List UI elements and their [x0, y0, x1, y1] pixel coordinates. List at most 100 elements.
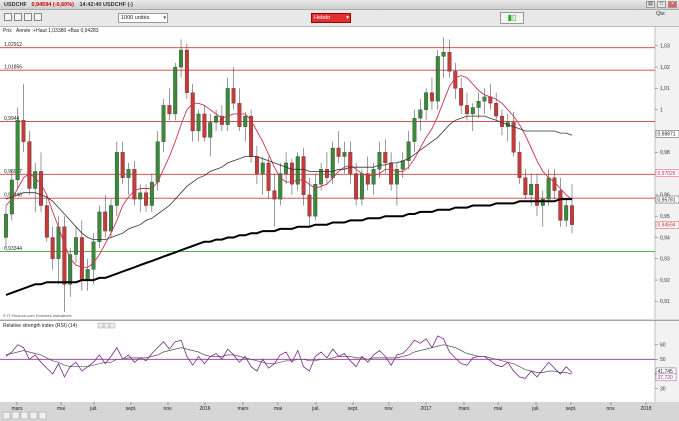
x-tick-label: sept.	[126, 406, 137, 412]
line-tool-icon[interactable]	[14, 13, 22, 21]
candle-body	[103, 211, 108, 232]
candle-body	[62, 226, 67, 285]
period-value: Hebdo	[314, 15, 331, 21]
candle-body	[476, 101, 481, 108]
quote-label: Qte	[656, 11, 665, 17]
x-tick-label: sept.	[348, 406, 359, 412]
candle-body	[231, 88, 236, 104]
x-tick-label: mai	[57, 406, 65, 412]
price-chart[interactable]: 1,031,021,0110,980,960,950,940,930,920,9…	[0, 27, 679, 319]
rsi-settings-icon	[97, 322, 104, 329]
rsi-tick-label: 60	[660, 342, 666, 348]
candle-body	[389, 162, 394, 185]
x-tick-label: juil.	[89, 406, 98, 412]
y-tick-label: 0,95	[660, 214, 670, 220]
candle-body	[441, 52, 446, 57]
candle-body	[324, 169, 329, 178]
x-tick-label: nov.	[384, 406, 393, 412]
candle-body	[237, 103, 242, 127]
title-suffix: (-)	[127, 2, 134, 8]
candle-body	[558, 190, 563, 221]
level-label: 0,93344	[4, 246, 22, 252]
level-label: 1,01856	[4, 65, 22, 71]
x-tick-label: mars	[458, 406, 470, 412]
y-tick-label: 1,02	[660, 65, 670, 71]
candle-body	[552, 177, 557, 191]
candle-body	[412, 118, 417, 142]
candle-body	[447, 52, 452, 72]
candle-body	[97, 211, 102, 242]
x-tick-label: nov.	[163, 406, 172, 412]
candle-body	[27, 141, 32, 189]
zoom-in-icon[interactable]	[11, 411, 20, 420]
candle-body	[517, 152, 522, 178]
candle-body	[342, 152, 347, 157]
candle-body	[74, 237, 78, 255]
cursor-icon[interactable]	[4, 13, 12, 21]
candle-body	[85, 269, 90, 281]
candle-body	[301, 156, 306, 196]
candle-body	[179, 49, 184, 68]
candle-body	[202, 113, 207, 138]
candle-body	[354, 173, 359, 200]
page-icon[interactable]	[38, 411, 47, 420]
y-tick-label: 0,98	[660, 150, 670, 156]
candle-body	[488, 96, 493, 104]
candle-body	[540, 198, 545, 206]
x-tick-label: sept.	[566, 406, 577, 412]
candle-body	[114, 152, 119, 206]
candle-body	[284, 162, 289, 174]
candle-body	[330, 147, 335, 178]
chart-icon[interactable]: ▤	[646, 1, 655, 8]
candle-body	[208, 122, 213, 138]
candle-body	[482, 96, 487, 102]
panel-label: Prix	[3, 28, 12, 34]
candle-body	[196, 113, 201, 132]
units-select[interactable]: 1000 unités ▾	[118, 13, 168, 23]
candle-body	[120, 152, 125, 178]
y-tick-label: 0,91	[660, 299, 670, 305]
x-tick-label: mars	[11, 406, 23, 412]
candle-body	[33, 171, 38, 189]
scroll-right-icon[interactable]	[29, 411, 38, 420]
y-tick-label: 0,94	[660, 235, 670, 241]
x-tick-label: nov.	[606, 406, 615, 412]
zoom-tool-icon[interactable]	[24, 13, 32, 21]
scroll-left-icon[interactable]	[20, 411, 29, 420]
zoom-out-icon[interactable]	[2, 411, 11, 420]
price-value: 0,94594	[31, 2, 52, 8]
candle-body	[126, 169, 131, 178]
maximize-icon[interactable]: □	[657, 1, 666, 8]
toolbar: 1000 unités ▾ Hebdo ▾ ▮▯ Qte	[0, 10, 679, 27]
candle-body	[523, 177, 528, 196]
rsi-chart[interactable]: 6050403041,74537,720Relative strength in…	[0, 320, 679, 402]
settings-icon[interactable]	[34, 13, 42, 21]
candle-body	[383, 152, 388, 164]
close-icon[interactable]: ×	[668, 1, 677, 8]
price-badge-label: 0,95781	[658, 197, 676, 203]
x-tick-label: mai	[274, 406, 282, 412]
candle-body	[348, 152, 353, 174]
candle-body	[79, 237, 84, 281]
change-percent: (-0,60%)	[52, 2, 74, 8]
chevron-down-icon: ▾	[346, 15, 349, 21]
rsi-axis-panel	[655, 320, 679, 402]
y-tick-label: 0,92	[660, 278, 670, 284]
x-tick-label: juil.	[531, 406, 540, 412]
candle-body	[435, 56, 440, 102]
rsi-background	[0, 320, 679, 402]
rsi-tick-label: 50	[660, 357, 666, 363]
x-tick-label: juil.	[311, 406, 320, 412]
period-select[interactable]: Hebdo ▾	[311, 13, 351, 23]
candle-body	[564, 205, 569, 221]
price-badge-label: 0,97026	[658, 171, 676, 177]
candlestick-chart-icon[interactable]: ▮▯	[500, 12, 524, 24]
candle-body	[144, 192, 149, 206]
x-tick-label: mars	[237, 406, 249, 412]
candle-body	[500, 115, 504, 127]
candle-body	[535, 184, 539, 206]
candle-body	[272, 190, 277, 200]
units-value: 1000 unités	[121, 15, 150, 21]
y-tick-label: 1,01	[660, 86, 670, 92]
candle-body	[418, 109, 423, 119]
